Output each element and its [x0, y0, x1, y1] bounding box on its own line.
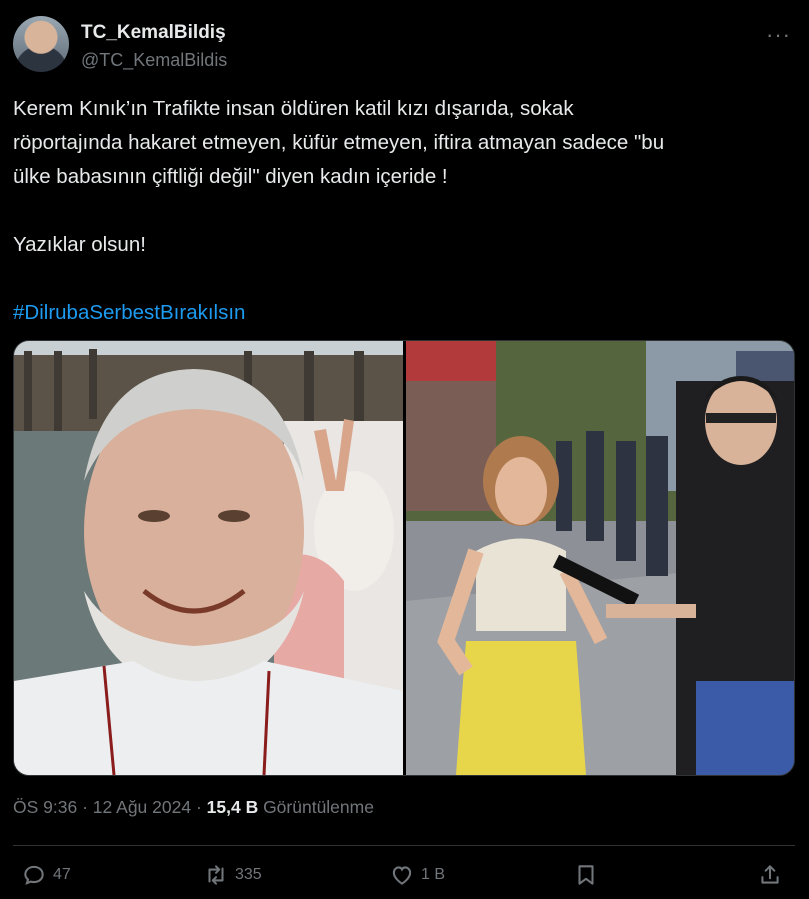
tweet-meta: ÖS 9:36 · 12 Ağu 2024 · 15,4 B Görüntüle… — [13, 797, 374, 818]
heart-icon — [392, 866, 412, 885]
tweet-line: Kerem Kınık’ın Trafikte insan öldüren ka… — [13, 97, 574, 120]
photo-left[interactable] — [14, 341, 403, 775]
share-icon — [761, 865, 779, 884]
retweet-button[interactable]: 335 — [203, 862, 262, 888]
user-handle[interactable]: @TC_KemalBildis — [81, 50, 227, 71]
tweet-text: Kerem Kınık’ın Trafikte insan öldüren ka… — [13, 92, 798, 330]
tweet-header: TC_KemalBildiş @TC_KemalBildis ··· — [13, 14, 795, 74]
share-button[interactable] — [757, 862, 783, 888]
retweet-count: 335 — [235, 866, 262, 883]
views-label: Görüntülenme — [258, 797, 374, 817]
meta-separator: · — [191, 797, 207, 817]
tweet-time[interactable]: ÖS 9:36 — [13, 797, 77, 817]
tweet-line: röportajında hakaret etmeyen, küfür etme… — [13, 131, 665, 154]
like-button[interactable]: 1 B — [389, 862, 445, 888]
bookmark-button[interactable] — [573, 862, 599, 888]
tweet-line: Yazıklar olsun! — [13, 233, 146, 256]
display-name[interactable]: TC_KemalBildiş — [81, 22, 226, 44]
divider-line — [13, 845, 795, 846]
media-grid — [13, 340, 795, 776]
views-count: 15,4 B — [206, 797, 259, 817]
reply-button[interactable]: 47 — [21, 862, 71, 888]
selfie-photo-illustration — [14, 341, 403, 775]
like-count: 1 B — [421, 866, 446, 883]
retweet-icon — [208, 865, 224, 885]
action-bar: 47 335 1 B — [13, 862, 795, 896]
more-horizontal-icon[interactable]: ··· — [766, 22, 791, 48]
reply-count: 47 — [53, 866, 71, 883]
meta-separator: · — [77, 797, 93, 817]
bookmark-icon — [578, 865, 594, 885]
tweet-line: ülke babasının çiftliği değil" diyen kad… — [13, 165, 448, 188]
hashtag-link[interactable]: #DilrubaSerbestBırakılsın — [13, 301, 245, 324]
avatar[interactable] — [13, 16, 69, 72]
street-interview-illustration — [406, 341, 794, 775]
photo-right[interactable] — [406, 341, 794, 775]
reply-icon — [24, 865, 44, 885]
tweet-date[interactable]: 12 Ağu 2024 — [93, 797, 191, 817]
